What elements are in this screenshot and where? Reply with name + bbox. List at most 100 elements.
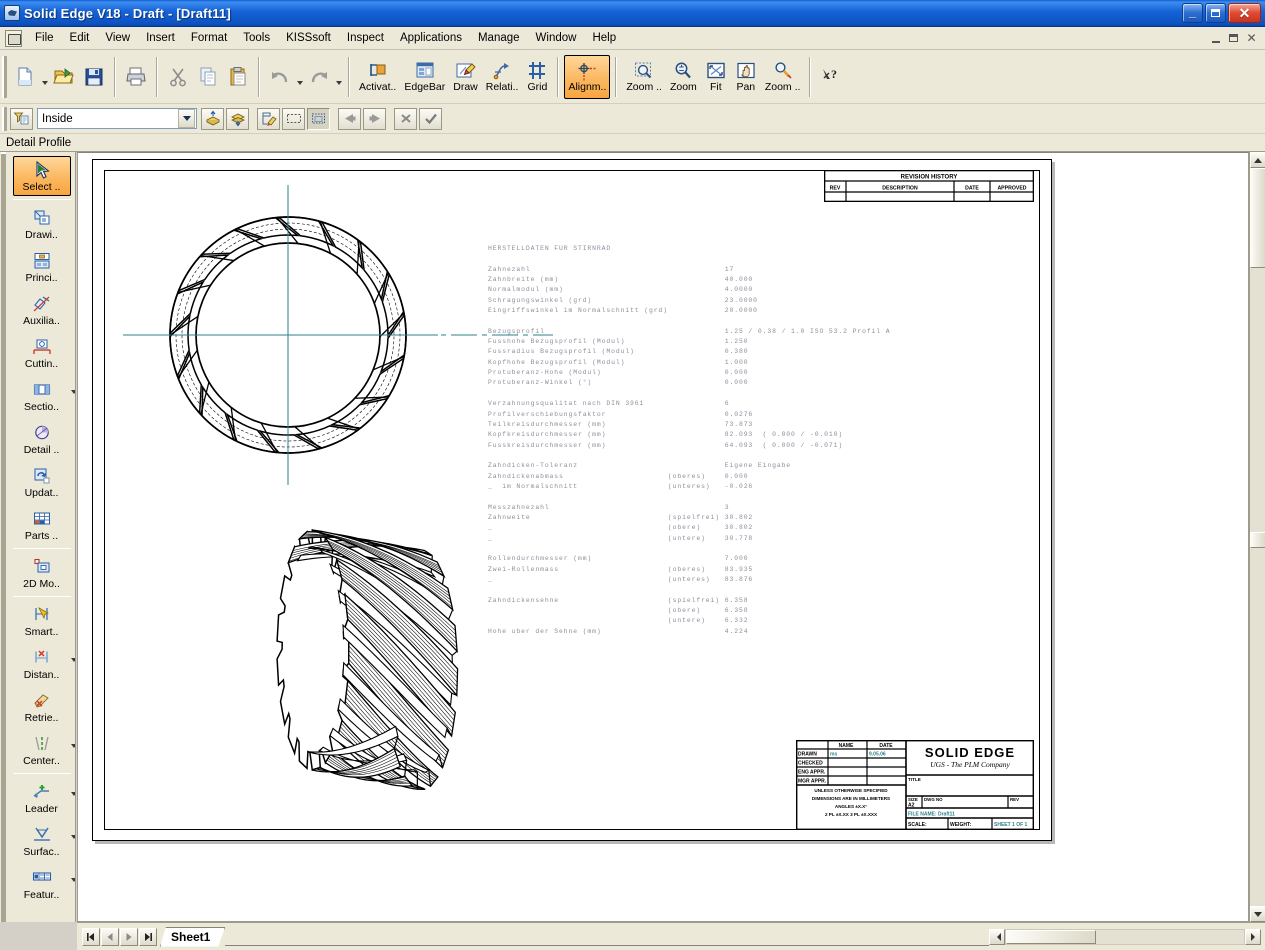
edit-profile-button[interactable] [257,107,280,130]
palette-item-leader[interactable]: Leader [14,778,75,818]
palette-item-surface-finish[interactable]: Surfac.. [14,821,75,861]
undo-button[interactable] [265,55,295,99]
next-button[interactable] [363,107,386,130]
menu-item-inspect[interactable]: Inspect [339,29,392,47]
previous-button[interactable] [338,107,361,130]
help-button[interactable]: ? [816,55,846,99]
hscroll-track[interactable] [1005,928,1245,945]
surface-finish-dropdown[interactable] [70,835,75,839]
print-button[interactable] [121,55,151,99]
profile-bottom-button[interactable] [226,107,249,130]
select-filter-button[interactable] [10,107,33,130]
palette-item-retrieve-dimensions[interactable]: Retrie.. [14,687,70,727]
fit-button[interactable]: Fit [701,55,731,99]
menu-item-applications[interactable]: Applications [392,29,470,47]
feature-control-frame-dropdown[interactable] [70,878,75,882]
menu-item-kisssoft[interactable]: KISSsoft [278,29,339,47]
vscroll-thumb[interactable] [1250,168,1265,268]
palette-item-select[interactable]: Select .. [12,156,71,196]
prev-sheet-button[interactable] [101,927,119,946]
ribbon-grip[interactable] [2,106,7,131]
menu-item-manage[interactable]: Manage [470,29,528,47]
relationships-button[interactable]: Relati.. [482,55,523,99]
document-icon[interactable] [5,29,22,47]
toolbar-grip[interactable] [2,55,7,98]
palette-item-feature-control-frame[interactable]: Featur.. [14,864,75,904]
zoom-area-button[interactable]: Zoom .. [622,55,666,99]
chevron-down-icon[interactable] [178,109,195,128]
zoom-tool-button[interactable]: Zoom .. [761,55,805,99]
draw-button[interactable]: Draw [449,55,482,99]
palette-item-distance-between[interactable]: Distan.. [14,644,75,684]
hscroll-right-button[interactable] [1245,928,1261,945]
vscroll-grip[interactable] [1250,532,1265,548]
palette-item-cutting-plane[interactable]: Cuttin.. [14,333,70,373]
sheet-tab-sheet1[interactable]: Sheet1 [160,927,225,947]
palette-label-update-views: Updat.. [24,487,59,499]
grid-label: Grid [527,80,548,93]
palette-item-drawing-view[interactable]: Drawi.. [14,204,70,244]
palette-item-detail-view[interactable]: Detail .. [14,419,70,459]
palette-item-parts-list[interactable]: Parts .. [14,505,70,545]
cancel-button[interactable] [394,107,417,130]
palette-item-auxiliary-view[interactable]: Auxilia.. [14,290,70,330]
palette-item-update-views[interactable]: Updat.. [14,462,70,502]
new-document-dropdown[interactable] [40,57,49,97]
hscroll-thumb[interactable] [1006,929,1096,944]
menu-item-tools[interactable]: Tools [235,29,278,47]
close-button[interactable]: ✕ [1228,3,1261,23]
drawing-sheet[interactable]: REVISION HISTORY REV DESCRIPTION DATE AP… [92,159,1052,841]
mdi-close-button[interactable]: ✕ [1243,30,1260,46]
distance-between-dropdown[interactable] [70,658,75,662]
alignment-button[interactable]: Alignm.. [564,54,611,99]
leader-dropdown[interactable] [70,792,75,796]
menu-item-file[interactable]: File [27,29,62,47]
last-sheet-button[interactable] [139,927,157,946]
drawing-canvas[interactable]: REVISION HISTORY REV DESCRIPTION DATE AP… [77,152,1249,922]
hscroll-left-button[interactable] [989,928,1005,945]
mdi-restore-button[interactable] [1225,30,1242,46]
maximize-button[interactable] [1205,3,1226,23]
palette-grip[interactable] [1,152,6,922]
menu-item-view[interactable]: View [97,29,138,47]
redo-button[interactable] [304,55,334,99]
vertical-scrollbar[interactable] [1249,152,1265,922]
accept-button[interactable] [419,107,442,130]
open-button[interactable] [49,55,79,99]
activate-button[interactable]: Activat.. [355,55,400,99]
undo-dropdown[interactable] [295,57,304,97]
menu-item-help[interactable]: Help [584,29,624,47]
palette-item-center-mark[interactable]: Center.. [14,730,75,770]
mdi-minimize-button[interactable] [1207,30,1224,46]
edgebar-button[interactable]: EdgeBar [400,55,449,99]
next-sheet-button[interactable] [120,927,138,946]
menu-item-format[interactable]: Format [183,29,235,47]
center-mark-dropdown[interactable] [70,744,75,748]
first-sheet-button[interactable] [82,927,100,946]
zoom-button[interactable]: Zoom [666,55,701,99]
scroll-up-button[interactable] [1250,152,1265,168]
copy-button[interactable] [193,55,223,99]
palette-item-smart-dimension[interactable]: Smart.. [14,601,70,641]
save-button[interactable] [79,55,109,99]
redo-dropdown[interactable] [334,57,343,97]
select-region-button[interactable] [282,107,305,130]
cut-button[interactable] [163,55,193,99]
palette-item-principal-view[interactable]: Princi.. [14,247,70,287]
new-document-button[interactable] [10,55,40,99]
deselect-region-button[interactable] [307,107,330,130]
detail-profile-combo[interactable]: Inside [37,108,197,129]
minimize-button[interactable]: _ [1182,3,1203,23]
profile-top-button[interactable] [201,107,224,130]
grid-button[interactable]: Grid [522,55,552,99]
menu-item-insert[interactable]: Insert [138,29,183,47]
pan-button[interactable]: Pan [731,55,761,99]
menu-item-window[interactable]: Window [528,29,585,47]
paste-button[interactable] [223,55,253,99]
left-arrow-icon [341,110,359,127]
menu-item-edit[interactable]: Edit [62,29,98,47]
section-view-dropdown[interactable] [70,390,75,394]
palette-item-section-view[interactable]: Sectio.. [14,376,75,416]
palette-item-2d-model[interactable]: 2D Mo.. [14,553,70,593]
scroll-down-button[interactable] [1250,906,1265,922]
